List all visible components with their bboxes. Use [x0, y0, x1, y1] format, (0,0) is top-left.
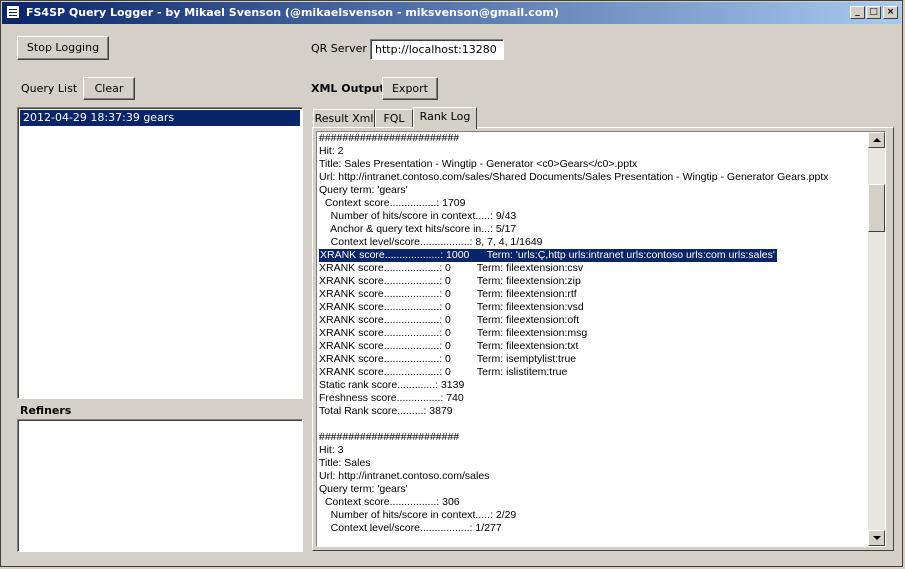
export-button[interactable]: Export: [382, 77, 438, 100]
log-line: XRANK score...................: 0 Term: …: [319, 262, 584, 274]
close-button[interactable]: ×: [883, 6, 898, 19]
log-line: XRANK score...................: 0 Term: …: [319, 275, 581, 287]
log-line-selected: XRANK score...................: 1000 Ter…: [319, 249, 777, 262]
log-line: Query term: 'gears': [319, 184, 408, 196]
log-line: XRANK score...................: 0 Term: …: [319, 327, 588, 339]
title-bar: FS4SP Query Logger - by Mikael Svenson (…: [2, 2, 901, 24]
vertical-scrollbar[interactable]: [868, 132, 885, 546]
log-line: Number of hits/score in context.....: 9/…: [319, 210, 517, 222]
log-line: Title: Sales Presentation - Wingtip - Ge…: [319, 158, 638, 170]
log-line: Number of hits/score in context.....: 2/…: [319, 509, 517, 521]
log-line: Title: Sales: [319, 457, 371, 469]
query-list-label: Query List: [21, 82, 78, 95]
log-line: XRANK score...................: 0 Term: …: [319, 314, 580, 326]
stop-logging-button[interactable]: Stop Logging: [17, 36, 109, 60]
log-line: XRANK score...................: 0 Term: …: [319, 353, 577, 365]
log-line: XRANK score...................: 0 Term: …: [319, 301, 584, 313]
maximize-button[interactable]: □: [866, 6, 881, 19]
log-line: Context score................: 306: [319, 496, 460, 508]
log-line: Hit: 3: [319, 444, 344, 456]
refiners-list[interactable]: [17, 419, 303, 552]
log-line: Context level/score.................: 1/…: [319, 522, 502, 534]
log-line: XRANK score...................: 0 Term: …: [319, 366, 568, 378]
log-line: Context level/score.................: 8,…: [319, 236, 543, 248]
log-line: ########################: [319, 431, 460, 443]
rank-log-lines: ######################## Hit: 2 Title: Sal…: [318, 132, 867, 535]
log-line: Hit: 2: [319, 145, 344, 157]
tab-result-xml[interactable]: Result Xml: [313, 109, 375, 128]
refiners-label: Refiners: [20, 404, 72, 417]
scroll-thumb[interactable]: [868, 184, 885, 232]
qr-server-input[interactable]: http://localhost:13280: [370, 39, 504, 60]
log-line: Context score................: 1709: [319, 197, 466, 209]
app-icon: [6, 5, 20, 19]
log-line: Static rank score.............: 3139: [319, 379, 465, 391]
rank-log-textbox[interactable]: ######################## Hit: 2 Title: Sal…: [316, 131, 886, 547]
qr-server-label: QR Server: [311, 42, 367, 55]
scroll-up-icon[interactable]: [868, 132, 885, 148]
log-line: Anchor & query text hits/score in...: 5/…: [319, 223, 517, 235]
scroll-down-icon[interactable]: [868, 530, 885, 546]
log-line: Url: http://intranet.contoso.com/sales/S…: [319, 171, 829, 183]
log-line: Url: http://intranet.contoso.com/sales: [319, 470, 490, 482]
list-item[interactable]: 2012-04-29 18:37:39 gears: [20, 110, 300, 126]
tab-rank-log[interactable]: Rank Log: [413, 107, 477, 129]
log-line: XRANK score...................: 1000 Ter…: [318, 249, 867, 262]
app-window: FS4SP Query Logger - by Mikael Svenson (…: [0, 0, 903, 567]
log-line: Freshness score...............: 740: [319, 392, 464, 404]
query-list[interactable]: 2012-04-29 18:37:39 gears: [17, 107, 303, 399]
log-line: Query term: 'gears': [319, 483, 408, 495]
xml-output-label: XML Output: [311, 82, 385, 95]
log-line: Total Rank score.........: 3879: [319, 405, 453, 417]
minimize-button[interactable]: _: [850, 6, 865, 19]
tab-fql[interactable]: FQL: [375, 109, 413, 128]
log-line: XRANK score...................: 0 Term: …: [319, 288, 577, 300]
log-line: XRANK score...................: 0 Term: …: [319, 340, 579, 352]
window-title: FS4SP Query Logger - by Mikael Svenson (…: [26, 6, 559, 19]
log-line: ########################: [319, 132, 460, 144]
clear-button[interactable]: Clear: [83, 77, 135, 100]
